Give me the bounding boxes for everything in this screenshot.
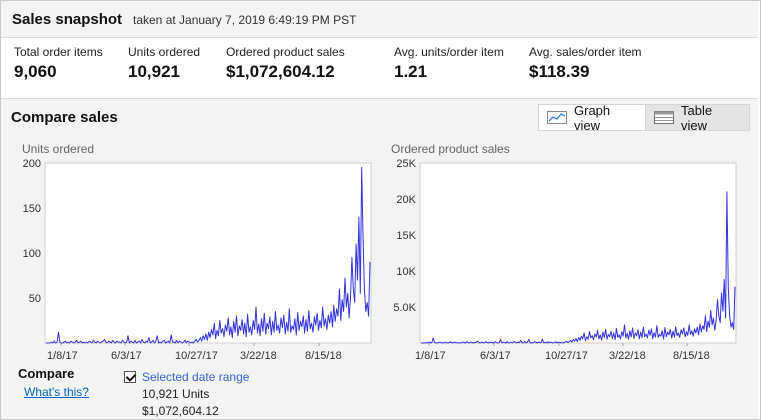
table-icon bbox=[654, 111, 674, 124]
metric-value: $118.39 bbox=[529, 62, 590, 81]
y-tick-label: 50 bbox=[29, 293, 41, 305]
compare-label: Compare bbox=[18, 366, 75, 381]
selected-date-range-label[interactable]: Selected date range bbox=[142, 370, 249, 384]
x-tick-label: 3/22/18 bbox=[609, 350, 646, 362]
metric-label: Ordered product sales bbox=[226, 45, 345, 59]
metric-units-ordered: Units ordered 10,921 bbox=[128, 45, 200, 82]
metric-label: Total order items bbox=[14, 45, 103, 59]
metric-value: 10,921 bbox=[128, 62, 180, 81]
metric-label: Avg. units/order item bbox=[394, 45, 504, 59]
metric-label: Units ordered bbox=[128, 45, 201, 59]
y-tick-label: 25K bbox=[396, 158, 416, 170]
selected-date-range-checkbox[interactable] bbox=[124, 371, 136, 383]
x-tick-label: 1/8/17 bbox=[47, 350, 78, 362]
selected-range-sales: $1,072,604.12 bbox=[142, 404, 249, 418]
graph-view-label: Graph view bbox=[574, 102, 611, 133]
metric-avg-sales-per-order-item: Avg. sales/order item $118.39 bbox=[529, 45, 642, 82]
metric-ordered-product-sales: Ordered product sales $1,072,604.12 bbox=[226, 45, 345, 82]
compare-legend: Compare What's this? bbox=[18, 366, 89, 399]
selected-range-units-value: 10,921 bbox=[142, 387, 179, 401]
y-tick-label: 15K bbox=[396, 230, 416, 242]
selected-range-units-label: Units bbox=[182, 387, 210, 401]
compare-sales-title: Compare sales bbox=[11, 109, 118, 126]
y-tick-label: 5.0K bbox=[393, 302, 416, 314]
table-view-button[interactable]: Table view bbox=[646, 102, 750, 133]
metric-value: 1.21 bbox=[394, 62, 428, 81]
y-tick-label: 150 bbox=[23, 203, 41, 215]
y-tick-label: 200 bbox=[23, 158, 41, 170]
metric-value: $1,072,604.12 bbox=[226, 62, 335, 81]
units-ordered-chart: 50 100 150 200 1/8/17 6/3/17 10/27/17 3/22/18 8/… bbox=[23, 158, 372, 362]
graph-view-button[interactable]: Graph view bbox=[538, 102, 646, 133]
plot-area bbox=[419, 162, 737, 344]
ordered-product-sales-chart: 5.0K 10K 15K 20K 25K 1/8/17 6/3/17 10/27/17 3/22… bbox=[393, 158, 737, 362]
x-tick-label: 10/27/17 bbox=[175, 350, 218, 362]
x-tick-label: 6/3/17 bbox=[111, 350, 142, 362]
whats-this-link[interactable]: What's this? bbox=[24, 385, 89, 399]
y-tick-label: 100 bbox=[23, 248, 41, 260]
x-tick-label: 8/15/18 bbox=[305, 350, 342, 362]
snapshot-title: Sales snapshot bbox=[12, 11, 123, 28]
snapshot-header: Sales snapshot taken at January 7, 2019 … bbox=[1, 1, 758, 38]
selected-range-sales-value: $1,072,604.12 bbox=[142, 404, 219, 418]
line-chart-icon bbox=[547, 111, 567, 124]
selected-range-units: 10,921 Units bbox=[142, 387, 249, 401]
snapshot-timestamp: taken at January 7, 2019 6:49:19 PM PST bbox=[133, 13, 357, 27]
x-tick-label: 3/22/18 bbox=[240, 350, 277, 362]
metric-total-order-items: Total order items 9,060 bbox=[14, 45, 103, 82]
metric-value: 9,060 bbox=[14, 62, 57, 81]
x-tick-label: 6/3/17 bbox=[480, 350, 511, 362]
x-tick-label: 10/27/17 bbox=[545, 350, 588, 362]
x-tick-label: 1/8/17 bbox=[415, 350, 446, 362]
metric-label: Avg. sales/order item bbox=[529, 45, 642, 59]
selected-date-range: Selected date range 10,921 Units $1,072,… bbox=[124, 370, 249, 418]
y-tick-label: 20K bbox=[396, 194, 416, 206]
metric-avg-units-per-order-item: Avg. units/order item 1.21 bbox=[394, 45, 504, 82]
x-tick-label: 8/15/18 bbox=[673, 350, 710, 362]
table-view-label: Table view bbox=[681, 102, 713, 133]
y-tick-label: 10K bbox=[396, 266, 416, 278]
